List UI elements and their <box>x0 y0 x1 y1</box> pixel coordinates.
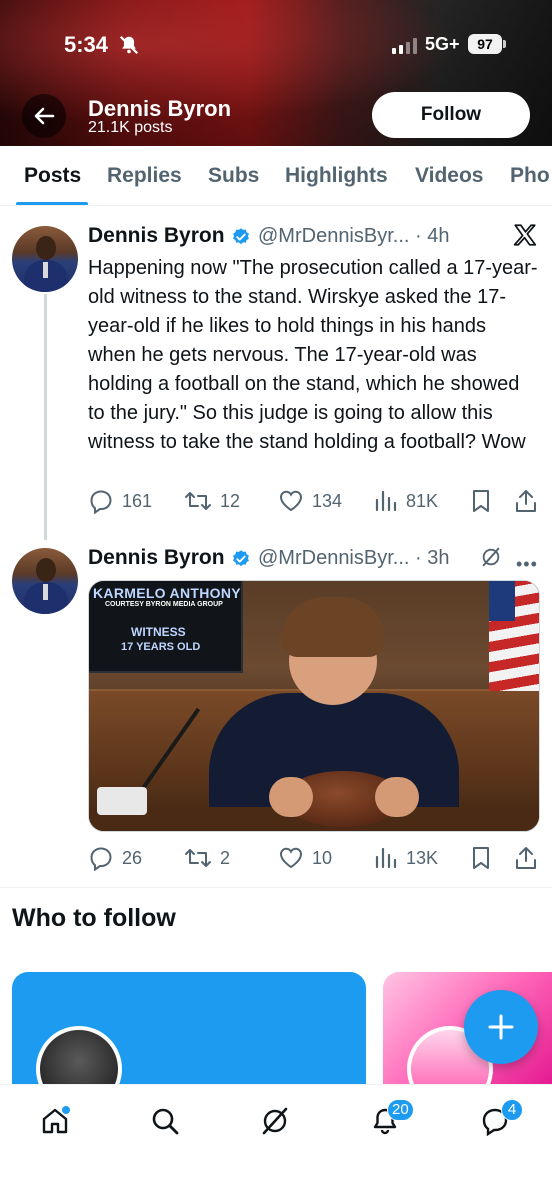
back-button[interactable] <box>22 94 66 138</box>
follow-button[interactable]: Follow <box>372 92 530 138</box>
messages-badge: 4 <box>501 1099 523 1121</box>
nav-grok[interactable] <box>255 1101 295 1141</box>
repost-button[interactable]: 2 <box>184 843 230 873</box>
reply-count: 26 <box>122 847 143 868</box>
nav-notifications[interactable]: 20 <box>365 1099 414 1141</box>
post-actions: 161 12 134 81K <box>88 486 540 516</box>
post-handle[interactable]: @MrDennisByr... · 3h <box>258 547 449 570</box>
bookmark-icon <box>473 847 489 869</box>
section-divider <box>0 887 552 888</box>
follow-suggestion-card[interactable] <box>12 972 366 1092</box>
profile-header: 5:34 5G+ 97 Dennis Byron 21.1K posts Fol… <box>0 0 552 146</box>
signal-icon <box>392 38 417 54</box>
bell-off-icon <box>119 35 139 55</box>
verified-badge-icon <box>233 550 249 567</box>
post-media-image[interactable]: KARMELO ANTHONY COURTESY BYRON MEDIA GRO… <box>88 580 540 832</box>
more-options-icon[interactable]: ••• <box>516 554 538 575</box>
status-time: 5:34 <box>64 32 109 57</box>
home-unread-dot <box>61 1105 71 1115</box>
battery-level: 97 <box>468 34 502 54</box>
like-count: 134 <box>312 490 343 511</box>
grok-icon <box>262 1107 288 1135</box>
nav-search[interactable] <box>145 1101 185 1141</box>
tab-posts[interactable]: Posts <box>24 164 81 188</box>
compose-post-button[interactable] <box>464 990 538 1064</box>
post-text: Happening now "The prosecution called a … <box>88 257 538 453</box>
heart-icon <box>279 490 303 512</box>
search-icon <box>152 1108 179 1135</box>
tab-videos[interactable]: Videos <box>415 164 483 188</box>
overlay-age: 17 YEARS OLD <box>121 641 201 653</box>
author-avatar[interactable] <box>12 226 78 292</box>
view-count: 13K <box>406 847 439 868</box>
verified-badge-icon <box>233 228 249 245</box>
grok-icon[interactable] <box>480 546 502 568</box>
views-button[interactable]: 81K <box>374 486 438 516</box>
heart-icon <box>279 847 303 869</box>
repost-count: 12 <box>220 490 241 511</box>
repost-button[interactable]: 12 <box>184 486 240 516</box>
post-author[interactable]: Dennis Byron <box>88 546 225 570</box>
post-count: 21.1K posts <box>88 119 173 136</box>
repost-icon <box>185 849 211 867</box>
overlay-credit: COURTESY BYRON MEDIA GROUP <box>105 601 223 608</box>
plus-icon <box>488 1014 514 1040</box>
flag-image <box>489 581 539 691</box>
reply-count: 161 <box>122 490 153 511</box>
share-button[interactable] <box>514 486 538 516</box>
nav-messages[interactable]: 4 <box>475 1099 523 1141</box>
views-icon <box>375 490 397 512</box>
like-button[interactable]: 134 <box>278 486 342 516</box>
post-handle[interactable]: @MrDennisByr... · 4h <box>258 225 449 248</box>
repost-count: 2 <box>220 847 231 868</box>
post-actions: 26 2 10 13K <box>88 843 540 873</box>
tab-replies[interactable]: Replies <box>107 164 182 188</box>
reply-button[interactable]: 161 <box>88 486 152 516</box>
reply-icon <box>90 847 112 871</box>
status-bar: 5:34 5G+ 97 <box>0 0 552 90</box>
thread-line <box>44 294 47 540</box>
views-button[interactable]: 13K <box>374 843 438 873</box>
arrow-left-icon <box>34 107 55 125</box>
repost-icon <box>185 492 211 510</box>
overlay-witness: WITNESS <box>131 625 186 639</box>
views-icon <box>375 847 397 869</box>
profile-tabs: Posts Replies Subs Highlights Videos Pho <box>0 146 552 206</box>
notifications-badge: 20 <box>387 1099 414 1121</box>
who-to-follow-title: Who to follow <box>12 904 176 932</box>
reply-icon <box>90 490 112 514</box>
broadcast-overlay: KARMELO ANTHONY COURTESY BYRON MEDIA GRO… <box>89 581 243 673</box>
battery-icon: 97 <box>468 34 506 54</box>
tab-highlights[interactable]: Highlights <box>285 164 388 188</box>
like-count: 10 <box>312 847 333 868</box>
like-button[interactable]: 10 <box>278 843 332 873</box>
share-icon <box>516 847 536 869</box>
x-logo-icon <box>513 224 537 246</box>
reply-button[interactable]: 26 <box>88 843 142 873</box>
nav-home[interactable] <box>35 1101 75 1141</box>
share-button[interactable] <box>514 843 538 873</box>
overlay-name: KARMELO ANTHONY <box>93 585 241 601</box>
bottom-nav: 20 4 <box>0 1084 552 1200</box>
active-tab-indicator <box>16 202 88 205</box>
bookmark-button[interactable] <box>470 486 492 516</box>
bookmark-button[interactable] <box>470 843 492 873</box>
tab-subs[interactable]: Subs <box>208 164 259 188</box>
view-count: 81K <box>406 490 439 511</box>
share-icon <box>516 490 536 512</box>
author-avatar[interactable] <box>12 548 78 614</box>
post-author[interactable]: Dennis Byron <box>88 224 225 248</box>
suggestion-avatar[interactable] <box>36 1026 122 1092</box>
bookmark-icon <box>473 490 489 512</box>
tab-photos[interactable]: Pho <box>510 164 550 188</box>
network-type: 5G+ <box>425 34 460 54</box>
